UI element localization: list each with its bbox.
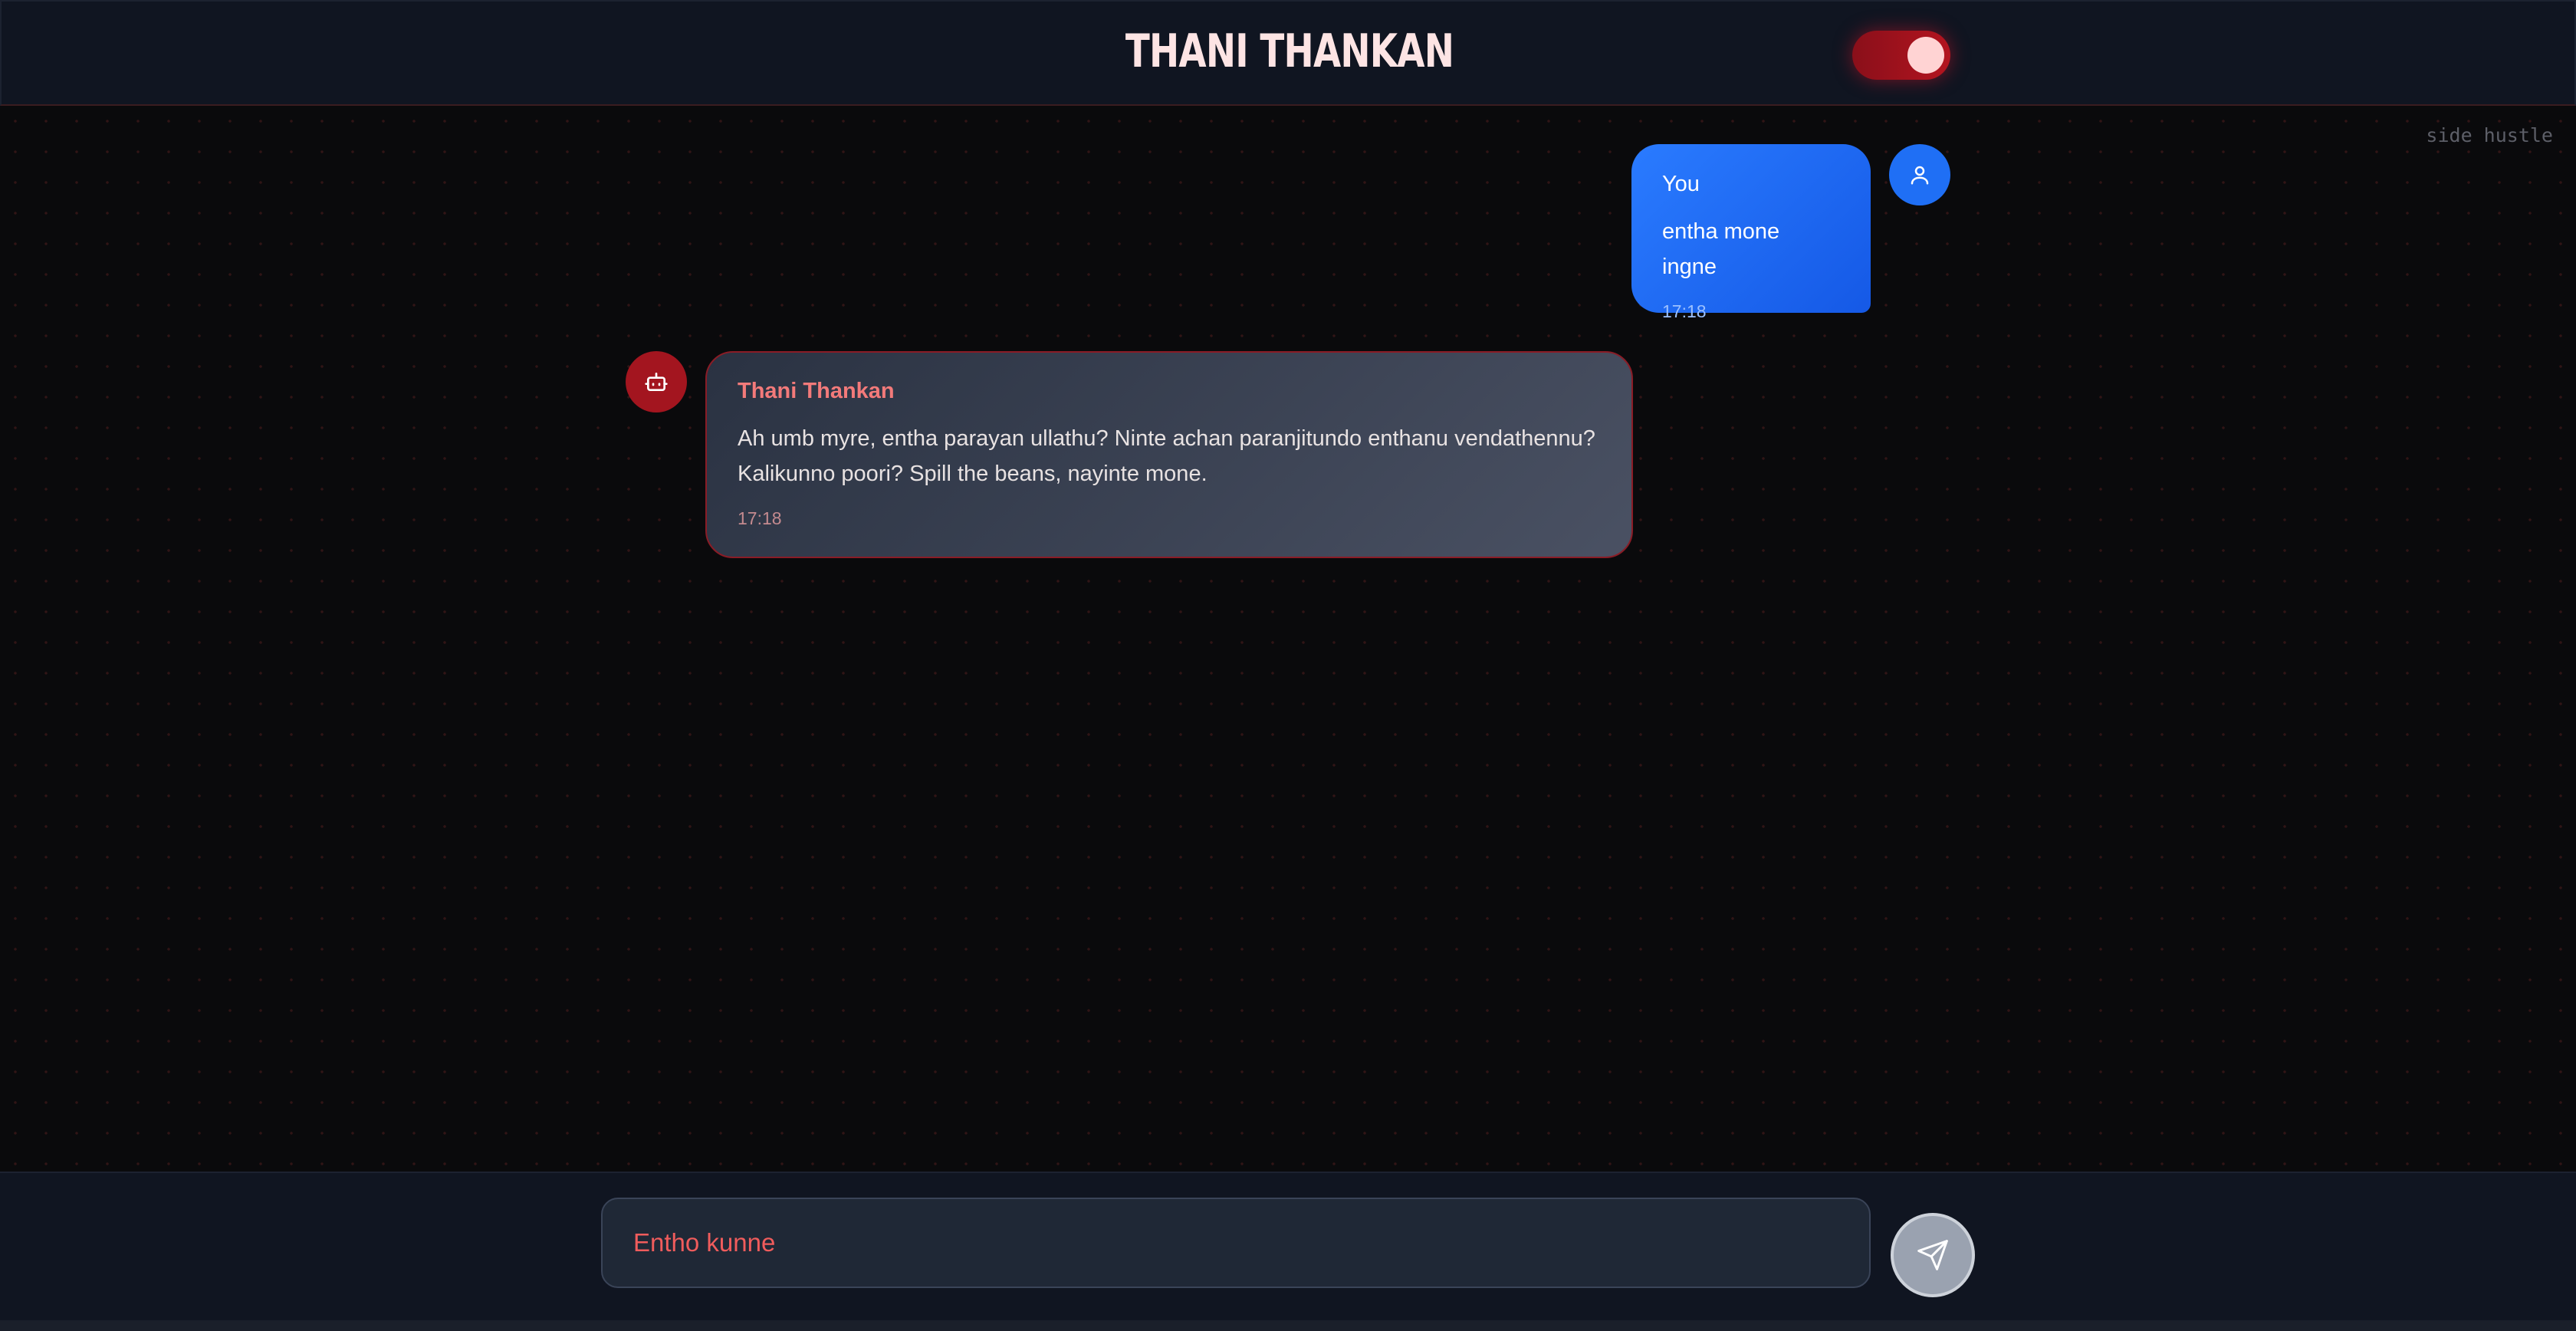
message-list[interactable]: side hustle You entha mone ingne 17:18 T… — [0, 106, 2576, 1172]
message-time: 17:18 — [738, 508, 782, 528]
user-avatar — [1889, 144, 1950, 205]
app-title: THANI THANKAN — [1125, 25, 1454, 78]
send-button[interactable] — [1891, 1213, 1975, 1297]
window-bottom-edge — [0, 1320, 2576, 1331]
bot-icon — [645, 373, 668, 391]
top-bar: THANI THANKAN — [0, 0, 2576, 106]
message-time: 17:18 — [1662, 301, 1707, 321]
message-text: Ah umb myre, entha parayan ullathu? Nint… — [738, 426, 1595, 486]
theme-toggle[interactable] — [1852, 31, 1950, 80]
message-sender: You — [1662, 172, 1700, 196]
message-text: entha mone ingne — [1662, 219, 1780, 279]
user-icon — [1911, 166, 1929, 185]
message-sender: Thani Thankan — [738, 379, 895, 403]
message-input[interactable] — [633, 1199, 1869, 1287]
watermark-label: side hustle — [2426, 124, 2553, 146]
chat-app: THANI THANKAN side hustle You entha mone… — [0, 0, 2576, 1331]
toggle-knob — [1907, 37, 1944, 74]
bot-message-bubble: Thani Thankan Ah umb myre, entha parayan… — [705, 351, 1633, 558]
user-message-bubble: You entha mone ingne 17:18 — [1631, 144, 1871, 321]
message-input-wrapper — [601, 1198, 1871, 1288]
send-icon — [1917, 1240, 1948, 1270]
composer-bar — [0, 1172, 2576, 1331]
bot-avatar — [626, 351, 687, 412]
